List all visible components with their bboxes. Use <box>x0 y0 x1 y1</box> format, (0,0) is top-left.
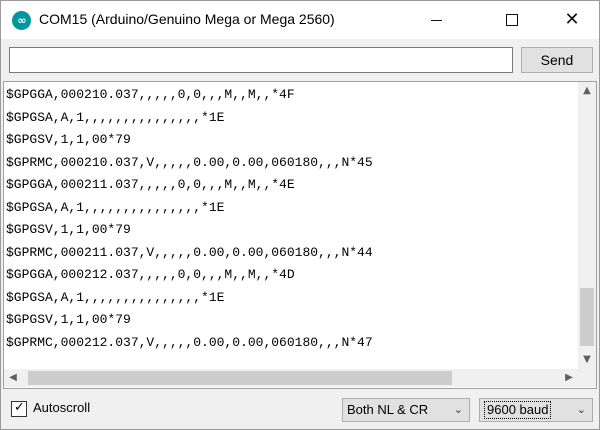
serial-monitor-window: ∞ COM15 (Arduino/Genuino Mega or Mega 25… <box>0 0 600 430</box>
close-icon: ✕ <box>564 9 580 30</box>
send-button[interactable]: Send <box>521 47 593 73</box>
vertical-scroll-thumb[interactable] <box>580 288 594 346</box>
scrollbar-corner <box>578 369 596 387</box>
serial-output-line: $GPGGA,000211.037,,,,,0,0,,,M,,M,,*4E <box>6 177 295 192</box>
serial-output-line: $GPGSV,1,1,00*79 <box>6 132 131 147</box>
close-button[interactable]: ✕ <box>549 1 595 39</box>
scroll-left-icon[interactable]: ◀ <box>4 369 22 387</box>
title-bar[interactable]: ∞ COM15 (Arduino/Genuino Mega or Mega 25… <box>1 1 599 39</box>
maximize-button[interactable] <box>489 1 535 39</box>
arduino-logo-glyph: ∞ <box>17 14 26 27</box>
scroll-right-icon[interactable]: ▶ <box>560 369 578 387</box>
serial-output-line: $GPRMC,000210.037,V,,,,,0.00,0.00,060180… <box>6 154 373 170</box>
line-ending-value: Both NL & CR <box>347 402 429 417</box>
serial-output-line: $GPGSA,A,1,,,,,,,,,,,,,,,*1E <box>6 199 225 215</box>
scroll-down-icon[interactable]: ▼ <box>578 351 596 369</box>
serial-output-lines: $GPGGA,000210.037,,,,,0,0,,,M,,M,,*4F $GP… <box>6 84 578 366</box>
serial-output-line: $GPGSA,A,1,,,,,,,,,,,,,,,*1E <box>6 289 225 305</box>
arduino-logo-icon: ∞ <box>12 11 31 30</box>
scroll-up-icon[interactable]: ▲ <box>578 82 596 100</box>
baud-rate-select[interactable]: 9600 baud ⌄ <box>479 398 593 422</box>
minimize-icon <box>431 20 442 21</box>
send-input[interactable] <box>9 47 513 73</box>
horizontal-scroll-thumb[interactable] <box>28 371 452 385</box>
line-ending-select[interactable]: Both NL & CR ⌄ <box>342 398 470 422</box>
minimize-button[interactable] <box>413 1 459 39</box>
chevron-down-icon: ⌄ <box>576 404 586 416</box>
serial-output-line: $GPGGA,000210.037,,,,,0,0,,,M,,M,,*4F <box>6 87 295 102</box>
baud-rate-value: 9600 baud <box>484 401 552 419</box>
serial-output-line: $GPGGA,000212.037,,,,,0,0,,,M,,M,,*4D <box>6 267 295 282</box>
serial-output-line: $GPRMC,000212.037,V,,,,,0.00,0.00,060180… <box>6 334 373 350</box>
window-title: COM15 (Arduino/Genuino Mega or Mega 2560… <box>39 11 335 27</box>
autoscroll-checkbox[interactable]: ✓ <box>11 400 27 417</box>
maximize-icon <box>506 14 518 26</box>
checkmark-icon: ✓ <box>14 400 25 415</box>
serial-output-line: $GPRMC,000211.037,V,,,,,0.00,0.00,060180… <box>6 244 373 260</box>
horizontal-scrollbar[interactable]: ◀ ▶ <box>4 369 578 387</box>
serial-output[interactable]: $GPGGA,000210.037,,,,,0,0,,,M,,M,,*4F $GP… <box>3 81 597 389</box>
chevron-down-icon: ⌄ <box>453 404 463 416</box>
autoscroll-label[interactable]: Autoscroll <box>33 400 90 415</box>
serial-output-line: $GPGSV,1,1,00*79 <box>6 222 131 237</box>
vertical-scrollbar[interactable]: ▲ ▼ <box>578 82 596 369</box>
serial-output-line: $GPGSA,A,1,,,,,,,,,,,,,,,*1E <box>6 109 225 125</box>
serial-output-line: $GPGSV,1,1,00*79 <box>6 312 131 327</box>
